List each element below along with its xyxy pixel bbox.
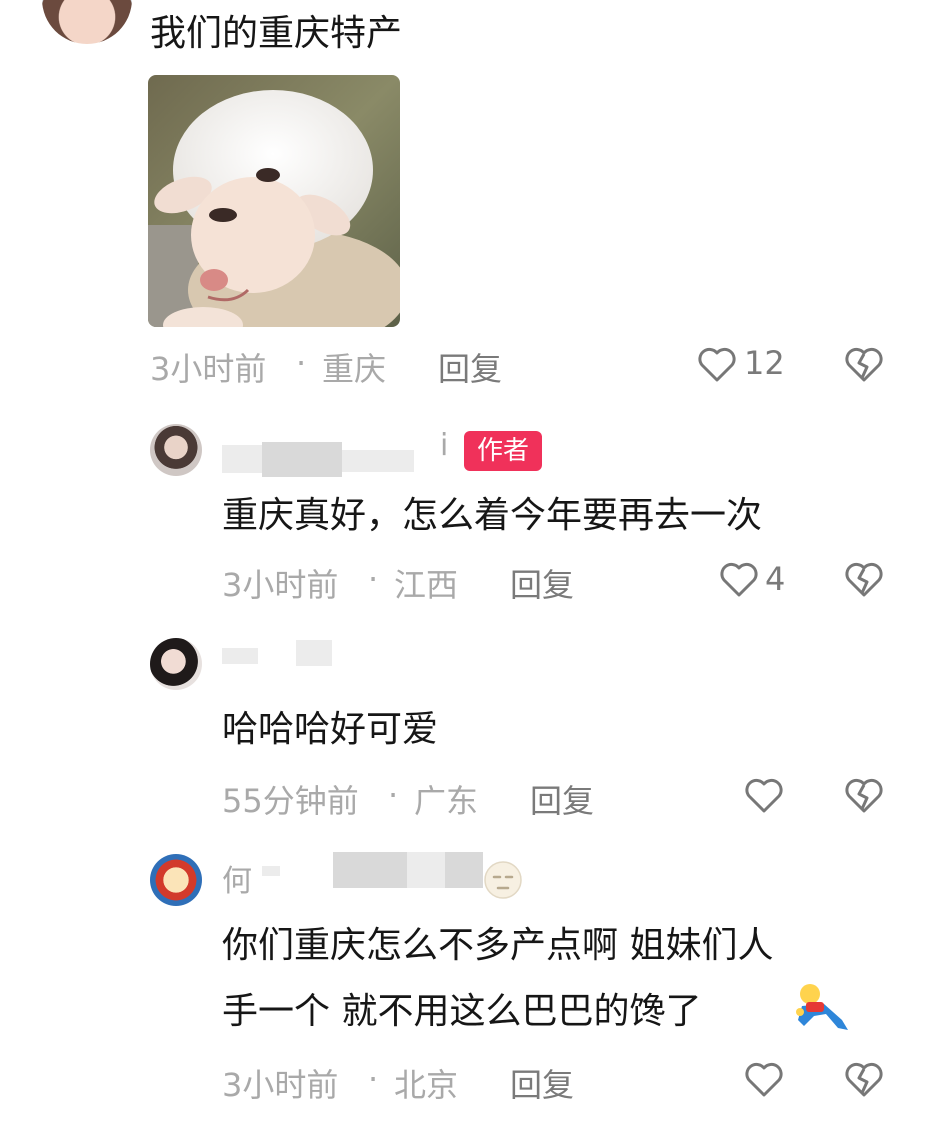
avatar[interactable]: [150, 638, 202, 690]
separator: ·: [368, 1060, 379, 1098]
avatar[interactable]: [42, 0, 132, 44]
like-count: 4: [765, 560, 786, 598]
reply-button[interactable]: 回复: [510, 560, 574, 606]
comment-location: 重庆: [322, 350, 387, 388]
separator: ·: [368, 560, 379, 598]
reply-time: 55分钟前: [222, 782, 359, 820]
comment-time: 3小时前: [150, 350, 267, 388]
reply-text: 哈哈哈好可爱: [222, 709, 439, 750]
broken-heart-icon[interactable]: [843, 560, 885, 600]
reply-button[interactable]: 回复: [530, 776, 594, 822]
redacted-username: [262, 442, 342, 477]
like-count: 12: [744, 344, 785, 382]
reply-button[interactable]: 回复: [510, 1060, 574, 1106]
redacted-username: [333, 852, 407, 888]
broken-heart-icon[interactable]: [843, 1060, 885, 1100]
author-badge: 作者: [464, 431, 542, 471]
comment-text: 我们的重庆特产: [150, 13, 403, 54]
username-fragment: 何: [222, 864, 252, 899]
reply-time: 3小时前: [222, 566, 339, 604]
broken-heart-icon[interactable]: [843, 776, 885, 816]
heart-outline-icon[interactable]: [718, 560, 760, 600]
redacted-username: [407, 852, 445, 888]
avatar[interactable]: [150, 424, 202, 476]
separator: ·: [296, 344, 307, 382]
reply-location: 江西: [394, 566, 459, 604]
redacted-username: [445, 852, 483, 888]
redacted-username: [222, 648, 258, 664]
emoji-face-icon: [484, 861, 522, 899]
lamb-photo: [148, 75, 400, 327]
heart-outline-icon[interactable]: [696, 345, 738, 385]
heart-outline-icon[interactable]: [743, 776, 785, 816]
separator: ·: [388, 776, 399, 814]
reply-location: 广东: [414, 782, 479, 820]
heart-outline-icon[interactable]: [743, 1060, 785, 1100]
redacted-username: [342, 450, 414, 472]
reply-text-line-2: 手一个 就不用这么巴巴的馋了: [222, 991, 702, 1032]
reply-text: 重庆真好，怎么着今年要再去一次: [222, 495, 763, 536]
redacted-username: [222, 445, 262, 473]
crawling-emoji: [796, 984, 848, 1030]
reply-text-line-1: 你们重庆怎么不多产点啊 姐妹们人: [222, 925, 774, 966]
broken-heart-icon[interactable]: [843, 345, 885, 385]
redacted-username: [296, 640, 332, 666]
comment-image[interactable]: [148, 75, 400, 327]
redacted-username: [262, 866, 280, 876]
reply-location: 北京: [394, 1066, 459, 1104]
username-fragment: i: [440, 428, 449, 463]
avatar[interactable]: [150, 854, 202, 906]
reply-time: 3小时前: [222, 1066, 339, 1104]
reply-button[interactable]: 回复: [438, 344, 502, 390]
